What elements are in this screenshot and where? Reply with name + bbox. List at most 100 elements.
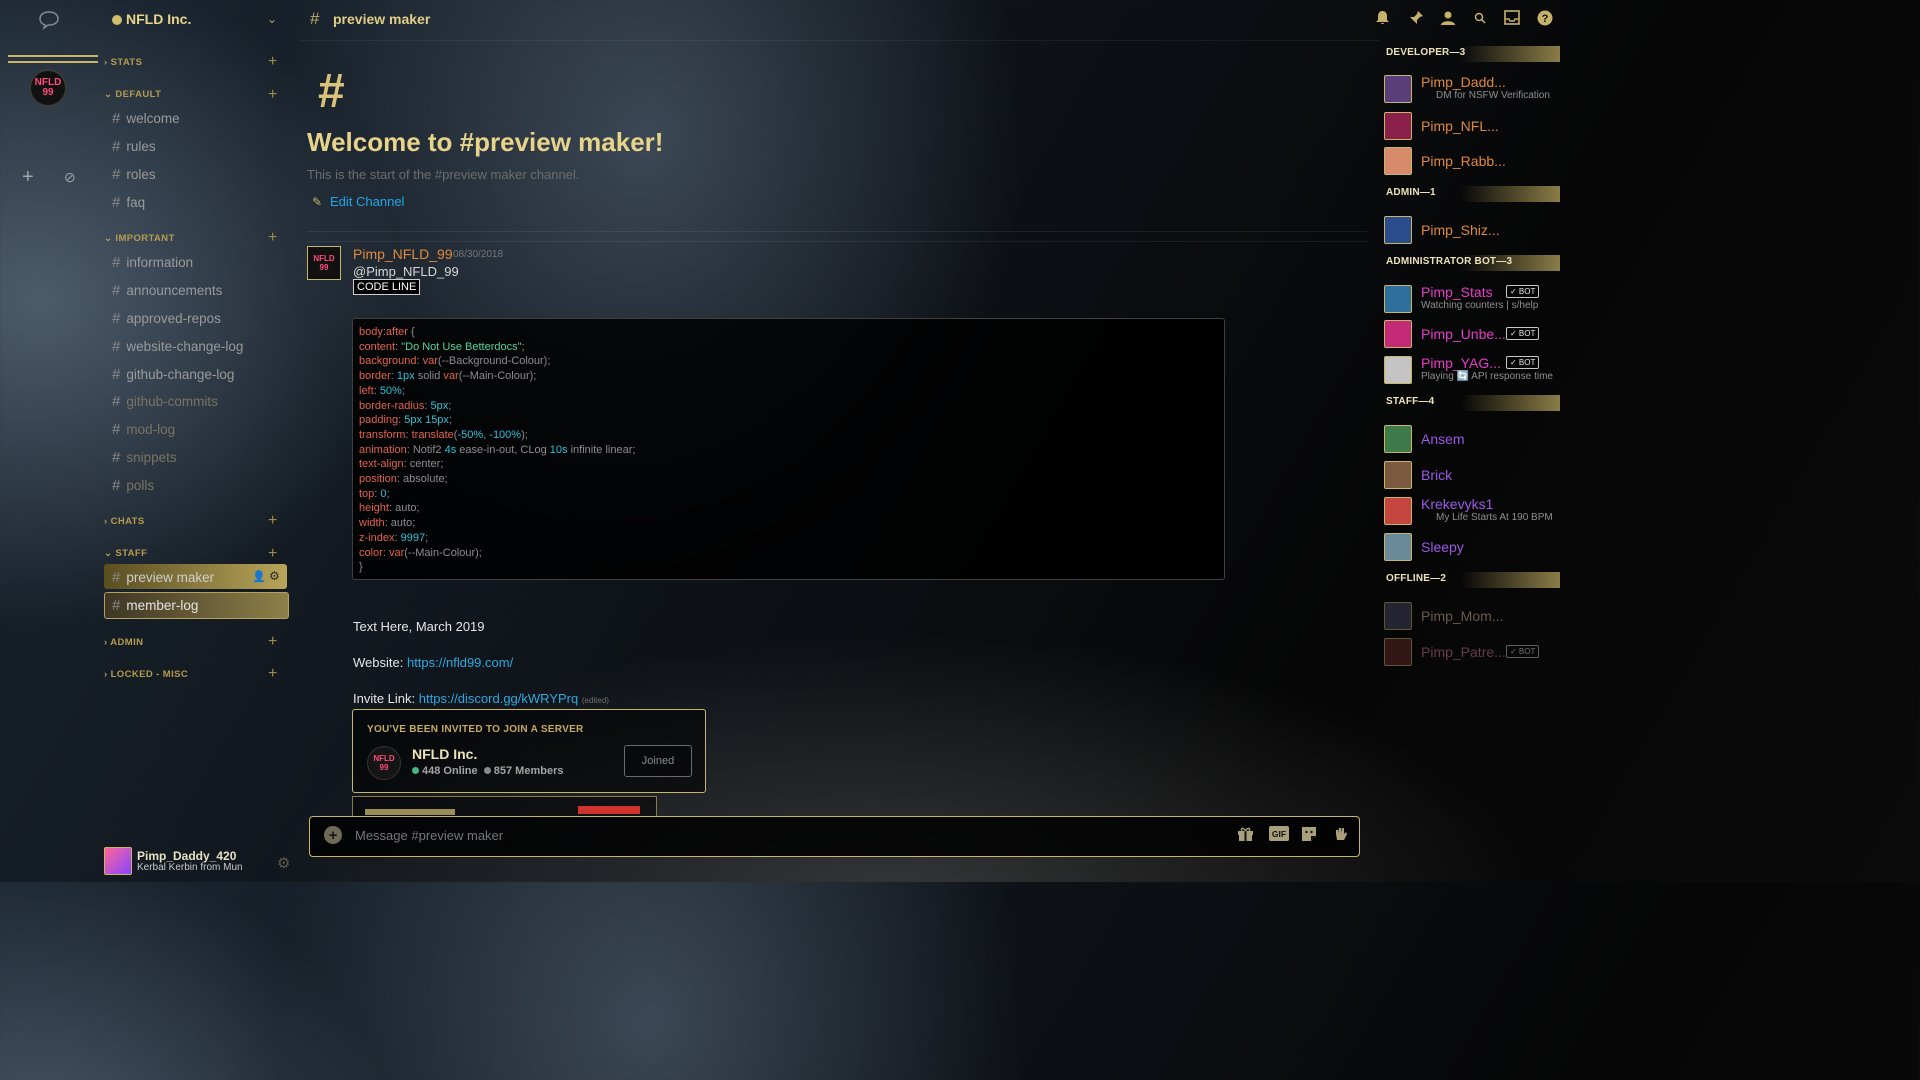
explore-servers-icon[interactable]: ⊘ (64, 169, 76, 186)
channel-approved-repos[interactable]: # approved-repos (112, 310, 221, 327)
avatar[interactable] (1384, 112, 1412, 140)
chevron-down-icon[interactable]: ⌄ (267, 12, 277, 26)
category-admin[interactable]: › ADMIN (104, 637, 143, 648)
member-name[interactable]: Sleepy (1421, 539, 1464, 555)
avatar[interactable] (104, 847, 132, 875)
hash-icon: # (112, 194, 121, 211)
code-token: position (359, 473, 397, 486)
channel-information[interactable]: # information (112, 254, 193, 271)
avatar[interactable] (1384, 285, 1412, 313)
avatar[interactable] (1384, 602, 1412, 630)
member-name[interactable]: Pimp_Mom... (1421, 608, 1503, 624)
chat-bubble-icon[interactable] (38, 10, 60, 35)
inbox-icon[interactable] (1504, 10, 1520, 29)
emoji-icon[interactable] (1333, 826, 1349, 845)
channel-roles[interactable]: # roles (112, 166, 156, 183)
member-name[interactable]: Pimp_Shiz... (1421, 222, 1500, 238)
category-default[interactable]: ⌄ DEFAULT (104, 89, 161, 100)
search-icon[interactable] (1474, 12, 1486, 27)
pin-icon[interactable] (1408, 10, 1424, 30)
member-name[interactable]: Pimp_NFL... (1421, 118, 1499, 134)
avatar[interactable] (1384, 497, 1412, 525)
add-channel-icon[interactable]: + (268, 545, 277, 563)
channel-github-change-log[interactable]: # github-change-log (112, 366, 234, 383)
code-token: "Do Not Use Betterdocs" (401, 340, 522, 353)
member-name[interactable]: Pimp_Dadd... (1421, 74, 1506, 90)
code-line: border: 1px solid var(--Main-Colour); (359, 369, 1218, 384)
invite-link[interactable]: https://discord.gg/kWRYPrq (419, 691, 578, 706)
avatar[interactable] (1384, 461, 1412, 489)
avatar[interactable] (1384, 356, 1412, 384)
message-author[interactable]: Pimp_NFLD_99 (353, 246, 453, 262)
channel-hash-icon: # (310, 9, 320, 28)
message-avatar[interactable]: NFLD 99 (307, 246, 341, 280)
channel-announcements[interactable]: # announcements (112, 282, 222, 299)
invite-member-icon[interactable]: 👤 (252, 570, 266, 583)
avatar[interactable] (1384, 533, 1412, 561)
message-input[interactable]: Message #preview maker (355, 828, 503, 843)
upload-plus-icon[interactable]: + (324, 826, 342, 844)
member-name[interactable]: Pimp_Unbe... (1421, 326, 1506, 342)
avatar[interactable] (1384, 75, 1412, 103)
category-stats[interactable]: › STATS (104, 57, 142, 68)
channel-polls[interactable]: # polls (112, 477, 154, 494)
member-name[interactable]: Pimp_Stats (1421, 284, 1493, 300)
avatar[interactable] (1384, 216, 1412, 244)
member-name[interactable]: Pimp_Rabb... (1421, 153, 1506, 169)
member-name[interactable]: Ansem (1421, 431, 1465, 447)
role-header: DEVELOPER—3 (1386, 47, 1466, 58)
channel-github-commits[interactable]: # github-commits (112, 393, 218, 410)
avatar[interactable] (1384, 638, 1412, 666)
edit-channel-link[interactable]: Edit Channel (330, 194, 404, 209)
gear-icon[interactable]: ⚙ (277, 854, 290, 872)
website-line: Website: https://nfld99.com/ (353, 655, 514, 670)
member-name[interactable]: Krekevyks1 (1421, 496, 1493, 512)
add-server-icon[interactable]: + (22, 166, 34, 189)
code-token: 9997 (400, 531, 426, 544)
gif-icon[interactable]: GIF (1269, 826, 1289, 844)
channel-member-log[interactable]: # member-log (112, 597, 198, 614)
category-important[interactable]: ⌄ IMPORTANT (104, 233, 175, 244)
sticker-icon[interactable] (1301, 826, 1317, 845)
channel-welcome[interactable]: # welcome (112, 110, 180, 127)
add-channel-icon[interactable]: + (268, 633, 277, 651)
avatar[interactable] (1384, 425, 1412, 453)
add-channel-icon[interactable]: + (268, 53, 277, 71)
add-channel-icon[interactable]: + (268, 86, 277, 104)
channel-preview-maker[interactable]: # preview maker (112, 569, 214, 586)
channel-website-change-log[interactable]: # website-change-log (112, 338, 243, 355)
member-name[interactable]: Pimp_Patre... (1421, 644, 1506, 660)
add-channel-icon[interactable]: + (268, 229, 277, 247)
bell-icon[interactable] (1375, 10, 1390, 30)
category-chats[interactable]: › CHATS (104, 516, 145, 527)
add-channel-icon[interactable]: + (268, 665, 277, 683)
code-line: width: auto; (359, 516, 1218, 531)
gear-icon[interactable]: ⚙ (269, 569, 280, 583)
avatar[interactable] (1384, 320, 1412, 348)
category-locked-misc[interactable]: › LOCKED - MISC (104, 669, 188, 680)
code-token: ; (448, 399, 452, 412)
add-channel-icon[interactable]: + (268, 512, 277, 530)
member-name-text: Krekevyks1 (1421, 496, 1494, 512)
role-header: OFFLINE—2 (1386, 573, 1447, 584)
bot-tag: ✓ BOT (1506, 356, 1540, 369)
channel-faq[interactable]: # faq (112, 194, 145, 211)
user-mention[interactable]: @Pimp_NFLD_99 (353, 264, 459, 279)
help-icon[interactable]: ? (1537, 10, 1553, 30)
channel-snippets[interactable]: # snippets (112, 449, 177, 466)
avatar[interactable] (1384, 147, 1412, 175)
website-link[interactable]: https://nfld99.com/ (407, 655, 513, 670)
server-icon-nfld[interactable]: NFLD 99 (29, 69, 67, 107)
category-staff[interactable]: ⌄ STAFF (104, 548, 147, 559)
gift-icon[interactable] (1237, 826, 1254, 845)
member-name-text: Sleepy (1421, 539, 1464, 555)
member-name[interactable]: Brick (1421, 467, 1452, 483)
member-name-text: Pimp_Shiz... (1421, 222, 1500, 238)
joined-button[interactable]: Joined (624, 745, 692, 777)
server-header[interactable]: NFLD Inc. (112, 11, 191, 27)
member-name[interactable]: Pimp_YAG... (1421, 355, 1501, 371)
member-list-icon[interactable] (1439, 10, 1457, 30)
channel-mod-log[interactable]: # mod-log (112, 421, 175, 438)
channel-rules[interactable]: # rules (112, 138, 156, 155)
member-name-text: Pimp_Patre... (1421, 644, 1506, 660)
